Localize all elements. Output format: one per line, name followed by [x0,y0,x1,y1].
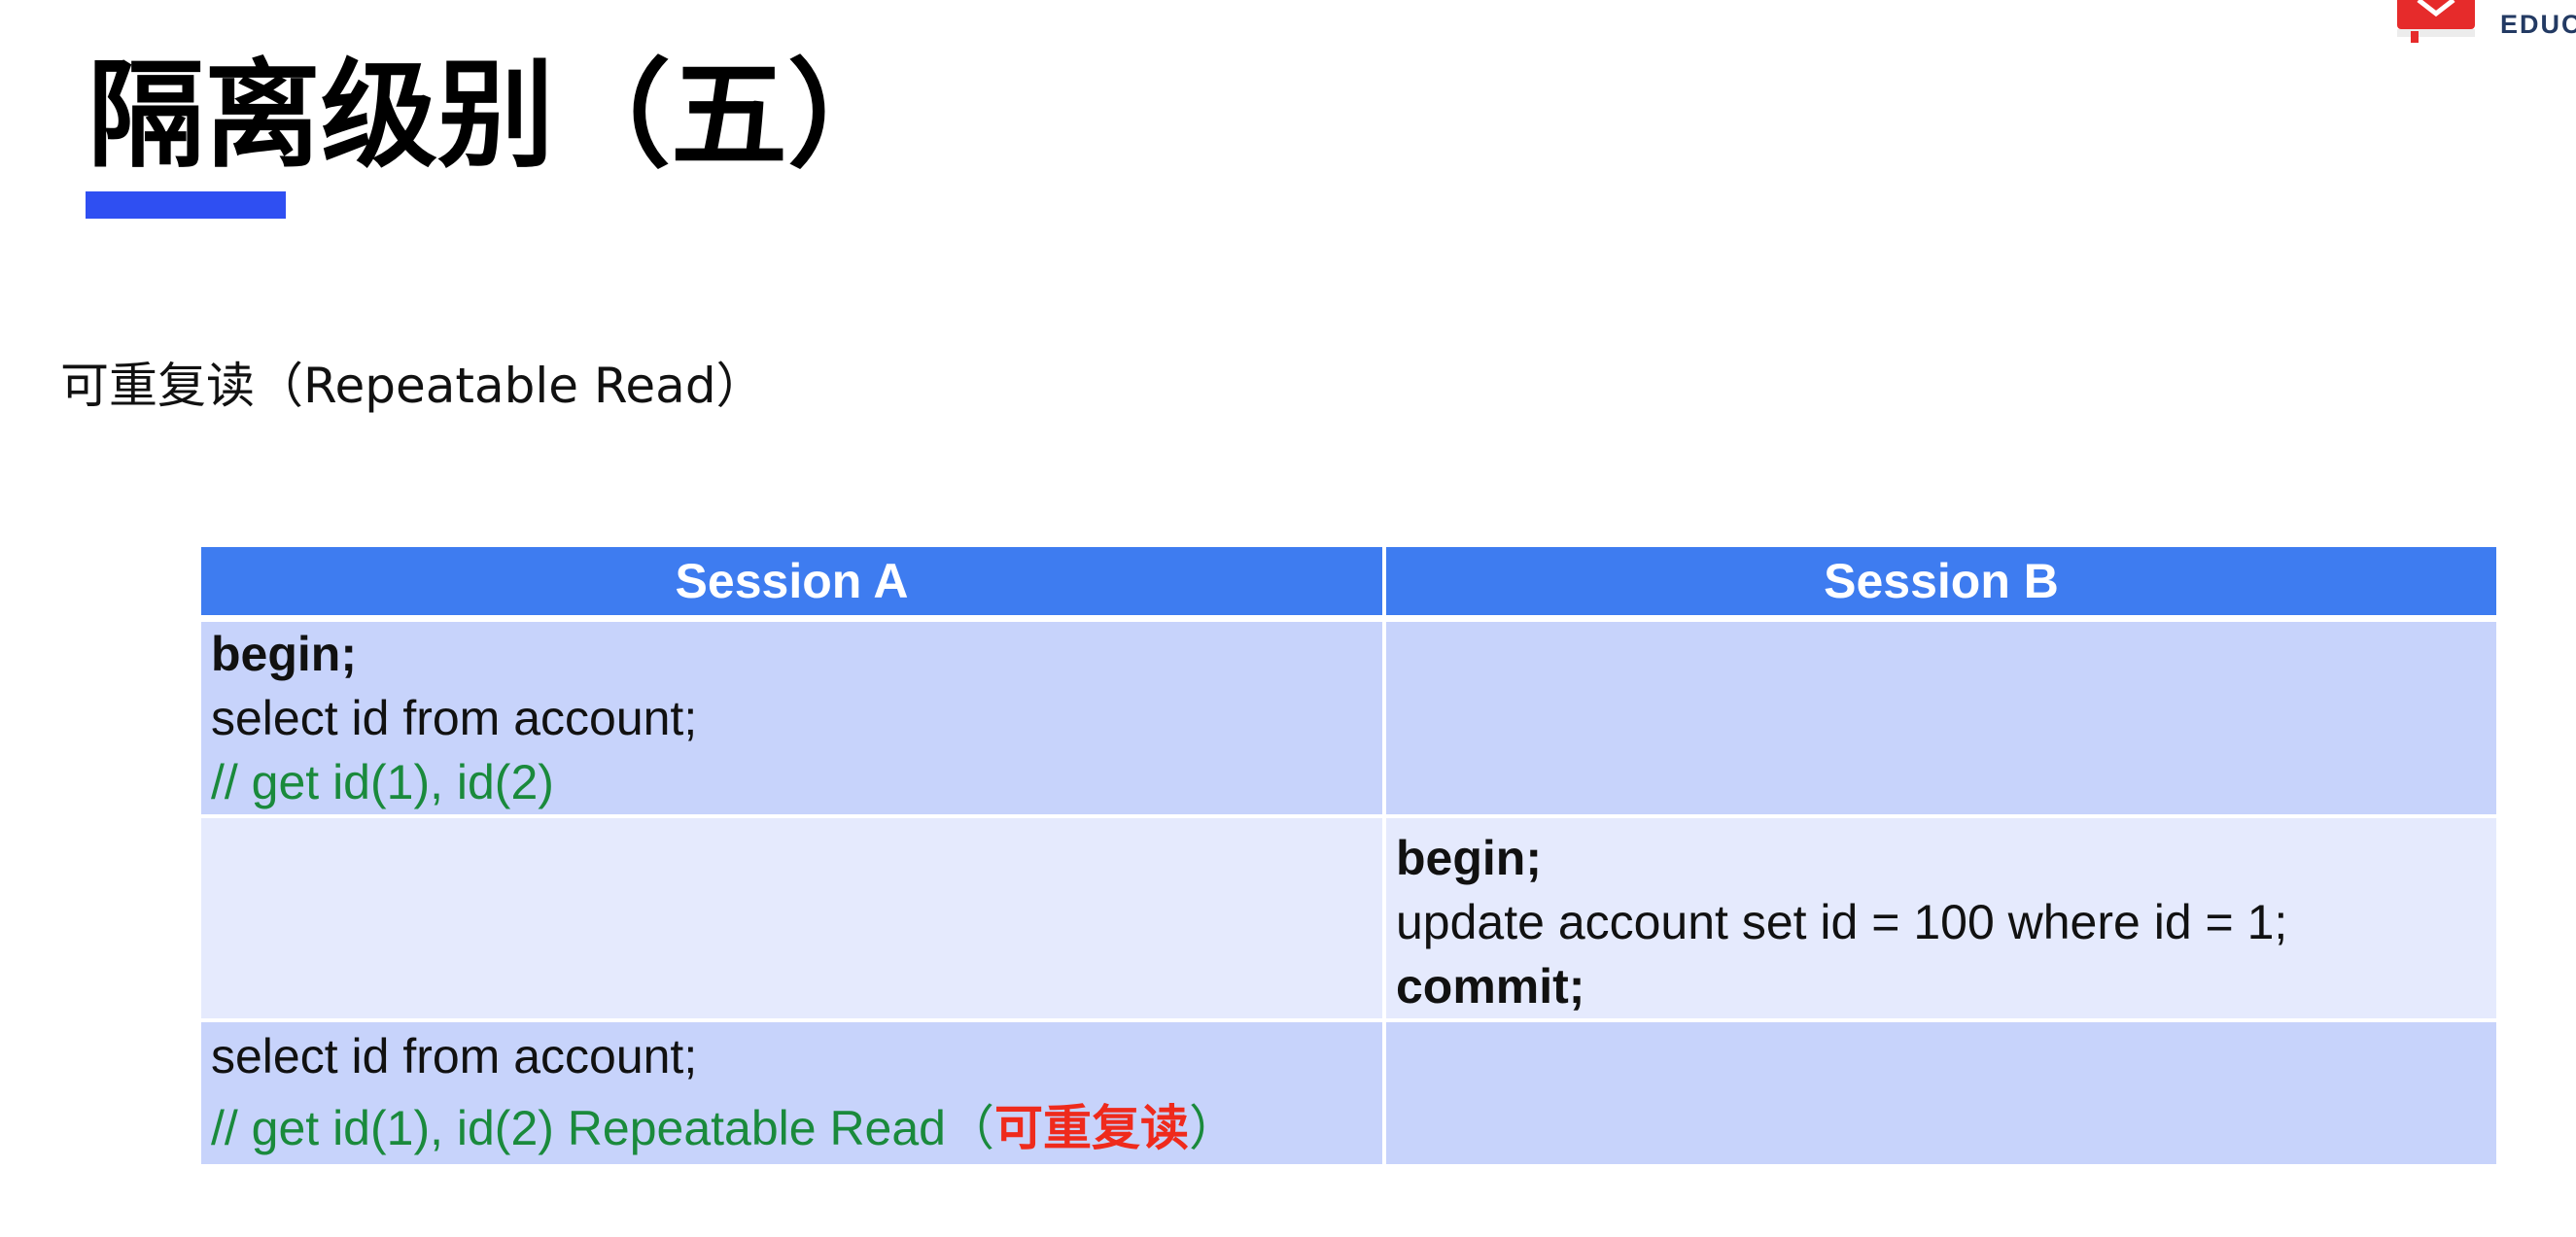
sql-comment-line: // get id(1), id(2) Repeatable Read（可重复读… [211,1096,1373,1160]
cell-session-b-step-1 [1386,622,2496,818]
sql-comment: // get id(1), id(2) Repeatable Read（ [211,1101,994,1155]
table-header-row: Session A Session B [201,547,2496,622]
cell-session-a-step-3: select id from account; // get id(1), id… [201,1022,1386,1164]
sql-comment-close: ） [1188,1101,1237,1155]
cell-session-a-step-1: begin; select id from account; // get id… [201,622,1386,818]
cell-session-a-step-2 [201,818,1386,1022]
logo-book-icon [2397,0,2475,43]
section-subtitle: 可重复读（Repeatable Read） [60,358,765,414]
table-row: select id from account; // get id(1), id… [201,1022,2496,1164]
session-table: Session A Session B begin; select id fro… [201,547,2496,1164]
sql-begin: begin; [211,627,357,681]
sql-select: select id from account; [211,1029,698,1083]
cell-session-b-step-2: begin; update account set id = 100 where… [1386,818,2496,1022]
brand-logo: EDUC [2397,0,2576,49]
sql-begin: begin; [1396,831,1542,885]
title-underline [86,191,286,219]
table-row: begin; update account set id = 100 where… [201,818,2496,1022]
sql-select: select id from account; [211,691,698,745]
highlight-text: 可重复读 [993,1100,1189,1156]
page-title: 隔离级别（五） [87,49,904,184]
logo-text: EDUC [2500,10,2576,39]
cell-session-b-step-3 [1386,1022,2496,1164]
sql-commit: commit; [1396,959,1585,1014]
header-session-b: Session B [1386,547,2496,622]
header-session-a: Session A [201,547,1386,622]
table-row: begin; select id from account; // get id… [201,622,2496,818]
sql-comment: // get id(1), id(2) [211,755,554,809]
sql-update: update account set id = 100 where id = 1… [1396,895,2288,949]
